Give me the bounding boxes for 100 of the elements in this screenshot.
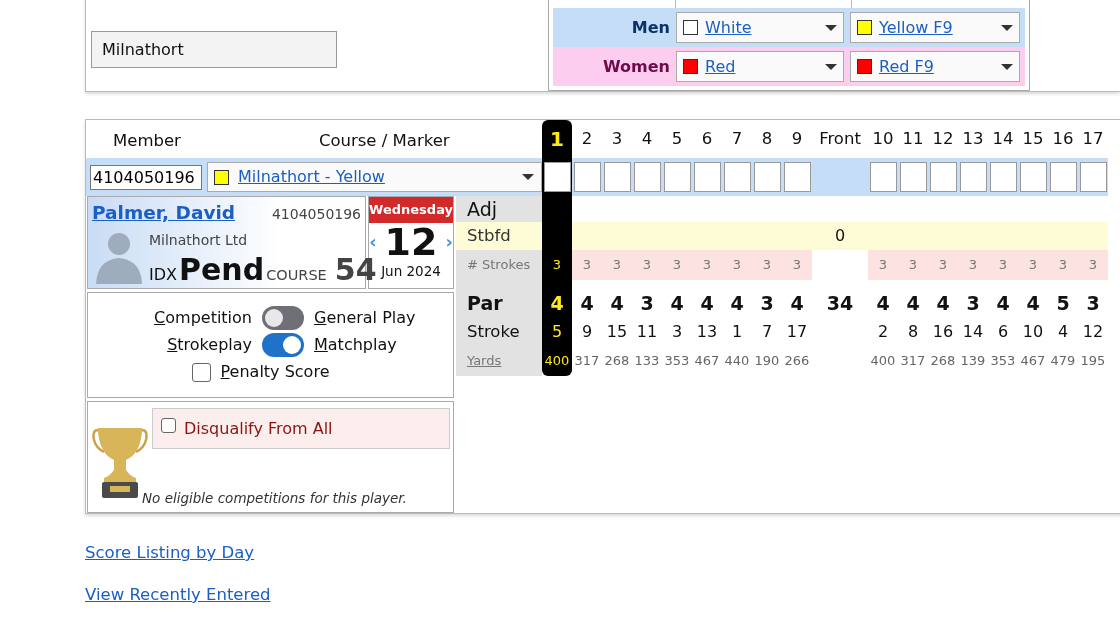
stroke-count: 3 xyxy=(572,250,602,280)
caret-icon xyxy=(1001,24,1013,31)
hole-number[interactable]: 3 xyxy=(602,120,632,158)
hole-number[interactable]: 13 xyxy=(958,120,988,158)
hole-number[interactable]: 11 xyxy=(898,120,928,158)
tee-group-label: Women xyxy=(602,55,670,78)
hole-number[interactable]: 7 xyxy=(722,120,752,158)
toggle-switch[interactable] xyxy=(262,306,304,330)
tee-select[interactable]: White xyxy=(676,12,844,43)
option-label: General Play xyxy=(314,307,417,329)
score-input[interactable] xyxy=(693,162,721,192)
par-value: 4 xyxy=(729,290,745,316)
yardage: 139 xyxy=(959,352,987,371)
score-input[interactable] xyxy=(869,162,897,192)
page-link[interactable]: View Recently Entered xyxy=(85,582,271,608)
tee-select[interactable]: Yellow F9 xyxy=(850,12,1020,43)
par-value: 4 xyxy=(935,290,951,316)
score-input[interactable] xyxy=(929,162,957,192)
yardage: 266 xyxy=(783,352,811,371)
hole-number[interactable]: 2 xyxy=(572,120,602,158)
yardage: 268 xyxy=(603,352,631,371)
par-value: 4 xyxy=(789,290,805,316)
stroke-count: 3 xyxy=(551,256,563,275)
club-field[interactable]: Milnathort xyxy=(91,31,337,68)
par-value: 4 xyxy=(1025,290,1041,316)
par-value: 4 xyxy=(995,290,1011,316)
score-input[interactable] xyxy=(959,162,987,192)
score-input[interactable] xyxy=(1079,162,1107,192)
course-link[interactable]: Milnathort - Yellow xyxy=(238,165,385,189)
page-link[interactable]: Score Listing by Day xyxy=(85,541,255,566)
hole-number[interactable]: 9 xyxy=(782,120,812,158)
tee-group-label: Men xyxy=(630,16,670,39)
toggle-switch[interactable] xyxy=(262,333,304,357)
row-link[interactable]: Yards xyxy=(456,346,542,376)
tee-link[interactable]: White xyxy=(705,15,752,40)
stroke-index: 11 xyxy=(635,321,659,343)
yardage: 479 xyxy=(1049,352,1077,371)
hole-number[interactable]: 17 xyxy=(1078,120,1108,158)
yardage: 400 xyxy=(543,352,571,371)
hole-number[interactable]: 5 xyxy=(662,120,692,158)
column-heading: Member xyxy=(113,130,181,152)
yardage: 195 xyxy=(1079,352,1107,371)
caret-icon xyxy=(1001,63,1013,70)
par-value: 4 xyxy=(875,290,891,316)
yardage: 190 xyxy=(753,352,781,371)
hole-number[interactable]: 1 xyxy=(542,120,572,158)
tee-select[interactable]: Red F9 xyxy=(850,51,1020,82)
stroke-index: 4 xyxy=(1056,321,1070,343)
row-label: Par xyxy=(466,290,504,316)
score-input[interactable] xyxy=(753,162,781,192)
hole-number[interactable]: 14 xyxy=(988,120,1018,158)
par-value: 4 xyxy=(549,290,565,316)
score-input[interactable] xyxy=(543,162,571,192)
score-input[interactable] xyxy=(1019,162,1047,192)
option-label: Competition xyxy=(153,307,252,329)
player-name-link[interactable]: Palmer, David xyxy=(92,202,236,223)
stroke-index: 17 xyxy=(785,321,809,343)
hole-number[interactable]: 6 xyxy=(692,120,722,158)
course-select[interactable]: Milnathort - Yellow xyxy=(207,162,542,192)
hole-number[interactable]: 10 xyxy=(868,120,898,158)
stroke-index: 3 xyxy=(670,321,684,343)
score-input[interactable] xyxy=(899,162,927,192)
member-field[interactable]: 4104050196 xyxy=(90,164,202,190)
avatar-icon xyxy=(93,230,145,284)
handicap-label: IDX xyxy=(149,264,177,286)
stableford-total: 0 xyxy=(833,225,847,247)
tee-link[interactable]: Yellow F9 xyxy=(879,15,953,40)
empty-message: No eligible competitions for this player. xyxy=(142,488,408,508)
score-input[interactable] xyxy=(603,162,631,192)
checkbox[interactable] xyxy=(191,362,211,382)
hole-number[interactable]: 16 xyxy=(1048,120,1078,158)
stroke-count: 3 xyxy=(928,250,958,280)
stroke-index: 13 xyxy=(695,321,719,343)
hole-number[interactable]: 12 xyxy=(928,120,958,158)
score-input[interactable] xyxy=(989,162,1017,192)
tee-select[interactable]: Red xyxy=(676,51,844,82)
tee-link[interactable]: Red F9 xyxy=(879,54,934,79)
hole-number[interactable]: 15 xyxy=(1018,120,1048,158)
score-input[interactable] xyxy=(573,162,601,192)
hole-number[interactable]: 4 xyxy=(632,120,662,158)
stroke-index: 1 xyxy=(730,321,744,343)
score-input[interactable] xyxy=(723,162,751,192)
stroke-index: 9 xyxy=(580,321,594,343)
par-value: 3 xyxy=(759,290,775,316)
stroke-count: 3 xyxy=(1078,250,1108,280)
disqualify-label: Disqualify From All xyxy=(184,417,333,440)
member-number: 4104050196 xyxy=(271,205,362,224)
caret-icon xyxy=(522,174,534,180)
month-year: Jun 2024 xyxy=(381,261,441,281)
score-input[interactable] xyxy=(1049,162,1077,192)
score-input[interactable] xyxy=(663,162,691,192)
row-label: Stroke xyxy=(466,320,521,343)
score-input[interactable] xyxy=(633,162,661,192)
par-value: 4 xyxy=(579,290,595,316)
hole-number[interactable]: 8 xyxy=(752,120,782,158)
checkbox[interactable] xyxy=(161,418,176,434)
stroke-index: 6 xyxy=(996,321,1010,343)
stroke-index: 10 xyxy=(1021,321,1045,343)
tee-link[interactable]: Red xyxy=(705,54,736,79)
score-input[interactable] xyxy=(783,162,811,192)
